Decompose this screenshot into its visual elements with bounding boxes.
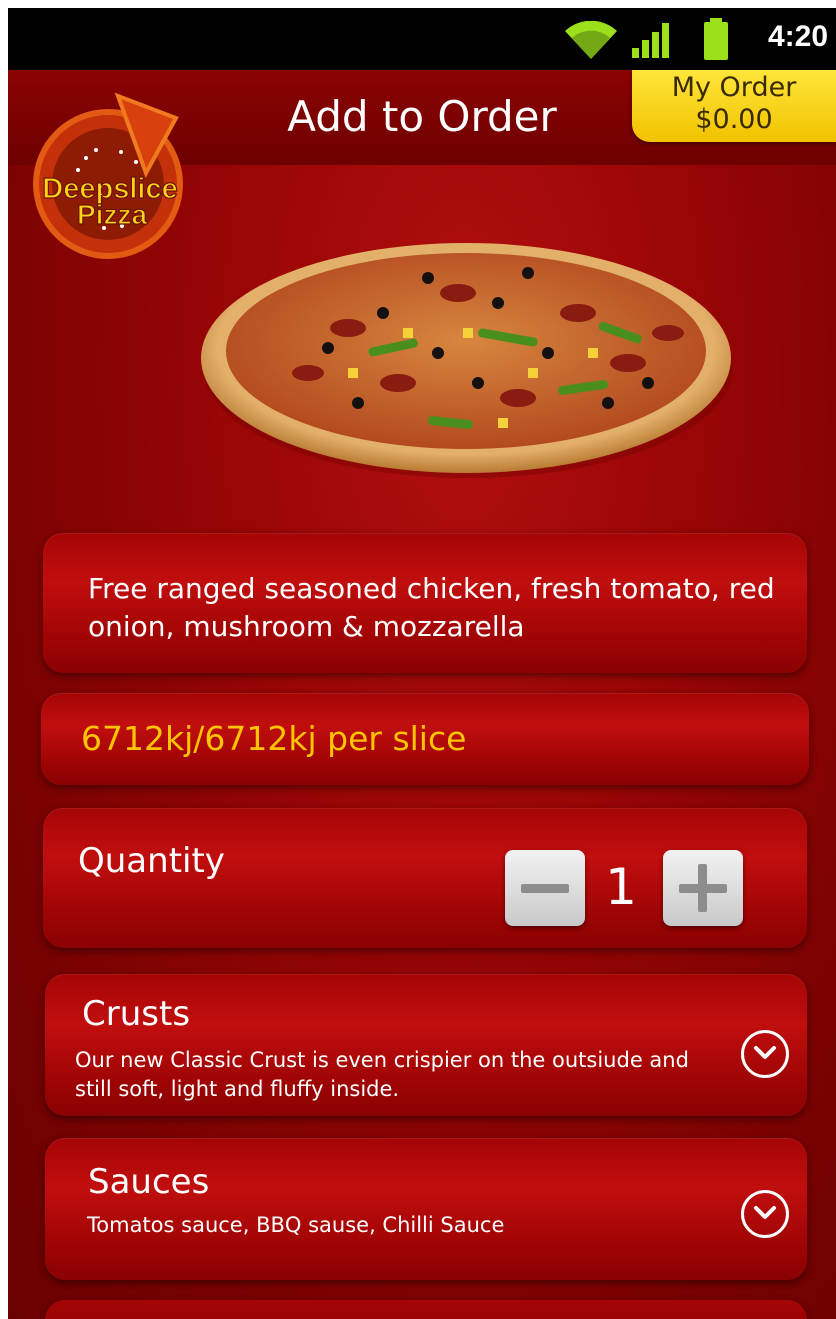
chevron-down-icon[interactable]	[741, 1190, 789, 1238]
quantity-label: Quantity	[78, 841, 225, 881]
decrease-quantity-button[interactable]	[505, 850, 585, 926]
pizza-image	[201, 243, 733, 478]
minus-icon	[521, 884, 569, 893]
chevron-down-icon[interactable]	[741, 1030, 789, 1078]
crusts-title: Crusts	[82, 994, 191, 1034]
sauces-title: Sauces	[88, 1162, 210, 1202]
deepslice-logo: Deepslice Pizza	[33, 92, 183, 259]
my-order-total: $0.00	[695, 104, 773, 135]
quantity-card: Quantity 1	[43, 808, 807, 948]
energy-info: 6712kj/6712kj per slice	[81, 719, 467, 758]
product-description: Free ranged seasoned chicken, fresh toma…	[88, 572, 775, 643]
next-section-card[interactable]	[45, 1300, 807, 1319]
increase-quantity-button[interactable]	[663, 850, 743, 926]
quantity-value: 1	[605, 858, 637, 916]
sauces-description: Tomatos sauce, BBQ sause, Chilli Sauce	[87, 1213, 505, 1237]
sauces-section[interactable]: Sauces Tomatos sauce, BBQ sause, Chilli …	[45, 1138, 807, 1280]
my-order-button[interactable]: My Order $0.00	[632, 70, 836, 142]
crusts-section[interactable]: Crusts Our new Classic Crust is even cri…	[45, 974, 807, 1116]
logo-text-pizza: Pizza	[77, 199, 147, 230]
app-screen: 4:20 Add to Order My Order $0.00 Deepsli…	[8, 8, 836, 1319]
energy-card: 6712kj/6712kj per slice	[41, 693, 809, 785]
battery-icon	[704, 18, 728, 60]
crusts-description: Our new Classic Crust is even crispier o…	[75, 1048, 689, 1101]
status-bar: 4:20	[8, 8, 836, 70]
description-card: Free ranged seasoned chicken, fresh toma…	[43, 533, 807, 673]
status-time: 4:20	[767, 20, 828, 53]
wifi-icon	[565, 21, 617, 59]
my-order-label: My Order	[671, 72, 797, 103]
signal-icon	[632, 23, 669, 58]
